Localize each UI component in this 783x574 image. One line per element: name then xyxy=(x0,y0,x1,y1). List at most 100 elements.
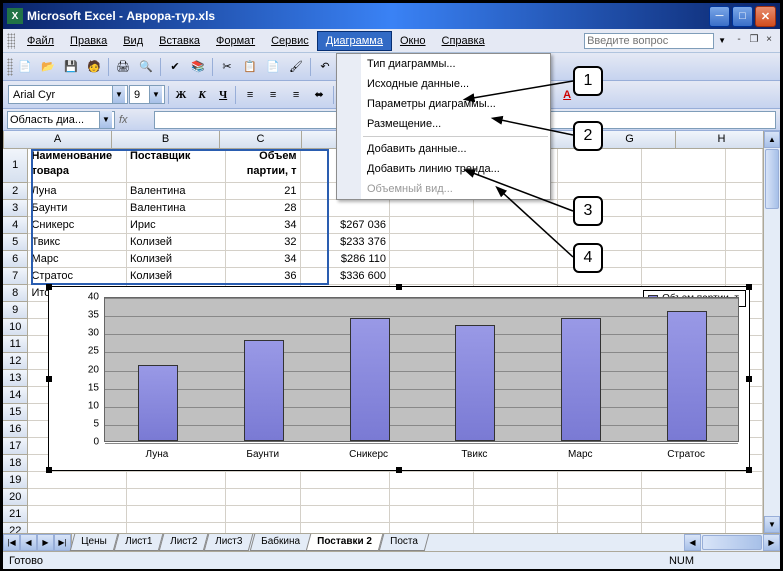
row-header[interactable]: 5 xyxy=(3,234,28,251)
grip-icon[interactable] xyxy=(7,58,13,76)
cell[interactable] xyxy=(558,506,642,523)
open-button[interactable]: 📂 xyxy=(37,56,59,78)
cell[interactable] xyxy=(726,217,763,234)
cell[interactable] xyxy=(226,489,301,506)
cell[interactable]: Стратос xyxy=(28,268,127,285)
cell[interactable] xyxy=(390,268,474,285)
cell[interactable] xyxy=(390,217,474,234)
row-header[interactable]: 11 xyxy=(3,336,28,353)
chevron-down-icon[interactable]: ▼ xyxy=(149,86,162,103)
cell[interactable] xyxy=(474,506,558,523)
cell[interactable] xyxy=(390,234,474,251)
cell[interactable]: 34 xyxy=(226,251,301,268)
fx-button[interactable]: fx xyxy=(119,114,128,126)
chevron-down-icon[interactable]: ▼ xyxy=(112,86,125,103)
cell[interactable]: Колизей xyxy=(127,234,226,251)
sheet-tab[interactable]: Лист3 xyxy=(204,534,254,551)
cell[interactable] xyxy=(127,472,226,489)
sheet-tab[interactable]: Цены xyxy=(70,534,118,551)
cell[interactable] xyxy=(28,506,127,523)
menu-window[interactable]: Окно xyxy=(392,32,434,50)
scroll-right-button[interactable]: ▶ xyxy=(763,534,780,551)
row-header[interactable]: 2 xyxy=(3,183,28,200)
scroll-thumb[interactable] xyxy=(765,149,779,209)
cell[interactable] xyxy=(726,268,763,285)
ask-question-input[interactable] xyxy=(584,33,714,49)
cell[interactable]: Валентина xyxy=(127,183,226,200)
cell[interactable] xyxy=(558,149,642,183)
tab-prev-button[interactable]: ◀ xyxy=(20,534,37,551)
sheet-tab[interactable]: Бабкина xyxy=(249,534,310,551)
cell[interactable] xyxy=(726,183,763,200)
merge-center-button[interactable]: ⬌ xyxy=(308,84,330,106)
cell[interactable]: Колизей xyxy=(127,251,226,268)
menu-format[interactable]: Формат xyxy=(208,32,263,50)
sheet-tab[interactable]: Лист2 xyxy=(159,534,209,551)
scroll-left-button[interactable]: ◀ xyxy=(684,534,701,551)
cell[interactable]: 36 xyxy=(226,268,301,285)
chart-bar[interactable] xyxy=(244,340,284,442)
cell[interactable] xyxy=(642,268,726,285)
align-right-button[interactable]: ≡ xyxy=(285,84,307,106)
row-header[interactable]: 12 xyxy=(3,353,28,370)
cell[interactable] xyxy=(474,523,558,533)
align-center-button[interactable]: ≡ xyxy=(262,84,284,106)
row-header[interactable]: 15 xyxy=(3,404,28,421)
scroll-thumb[interactable] xyxy=(702,535,762,550)
cell[interactable] xyxy=(726,200,763,217)
spelling-button[interactable]: ✔ xyxy=(164,56,186,78)
cell[interactable]: $286 110 xyxy=(301,251,390,268)
print-preview-button[interactable]: 🔍 xyxy=(135,56,157,78)
menu-item-chart-type[interactable]: Тип диаграммы... xyxy=(337,54,550,74)
vertical-scrollbar[interactable]: ▲ ▼ xyxy=(763,131,780,533)
column-header[interactable]: A xyxy=(4,131,112,148)
font-name-combo[interactable]: Arial Cyr▼ xyxy=(8,85,128,104)
cell[interactable] xyxy=(558,489,642,506)
chart-bar[interactable] xyxy=(455,325,495,441)
cell[interactable]: $336 600 xyxy=(301,268,390,285)
chevron-down-icon[interactable]: ▼ xyxy=(99,111,112,128)
menu-item-location[interactable]: Размещение... xyxy=(337,114,550,134)
cell[interactable] xyxy=(226,472,301,489)
tab-next-button[interactable]: ▶ xyxy=(37,534,54,551)
cell[interactable] xyxy=(726,523,763,533)
row-header[interactable]: 22 xyxy=(3,523,28,533)
cell[interactable] xyxy=(474,251,558,268)
permission-button[interactable]: 🧑 xyxy=(83,56,105,78)
column-header[interactable]: H xyxy=(676,131,763,148)
cell[interactable] xyxy=(28,472,127,489)
cell[interactable]: Наименование товара xyxy=(28,149,127,183)
row-header[interactable]: 16 xyxy=(3,421,28,438)
undo-button[interactable]: ↶ xyxy=(314,56,336,78)
cell[interactable]: Колизей xyxy=(127,268,226,285)
scroll-up-button[interactable]: ▲ xyxy=(764,131,780,148)
row-header[interactable]: 8 xyxy=(3,285,28,302)
mdi-minimize-button[interactable]: - xyxy=(732,34,746,48)
row-header[interactable]: 17 xyxy=(3,438,28,455)
cell[interactable] xyxy=(127,506,226,523)
horizontal-scrollbar[interactable]: ◀ ▶ xyxy=(427,534,780,551)
column-header[interactable]: C xyxy=(220,131,302,148)
cell[interactable] xyxy=(726,506,763,523)
row-header[interactable]: 20 xyxy=(3,489,28,506)
row-header[interactable]: 19 xyxy=(3,472,28,489)
cell[interactable] xyxy=(28,489,127,506)
cell[interactable] xyxy=(726,149,763,183)
tab-last-button[interactable]: ▶| xyxy=(54,534,71,551)
print-button[interactable]: 🖨 xyxy=(112,56,134,78)
cell[interactable] xyxy=(226,506,301,523)
cell[interactable] xyxy=(558,523,642,533)
cell[interactable]: Валентина xyxy=(127,200,226,217)
cell[interactable] xyxy=(726,234,763,251)
cell[interactable] xyxy=(301,523,390,533)
mdi-restore-button[interactable]: ❐ xyxy=(747,34,761,48)
menu-item-add-trendline[interactable]: Добавить линию тренда... xyxy=(337,159,550,179)
cell[interactable] xyxy=(642,523,726,533)
row-header[interactable]: 9 xyxy=(3,302,28,319)
cell[interactable]: 21 xyxy=(226,183,301,200)
cell[interactable] xyxy=(390,200,474,217)
cell[interactable] xyxy=(390,523,474,533)
save-button[interactable]: 💾 xyxy=(60,56,82,78)
scroll-down-button[interactable]: ▼ xyxy=(764,516,780,533)
align-left-button[interactable]: ≡ xyxy=(239,84,261,106)
